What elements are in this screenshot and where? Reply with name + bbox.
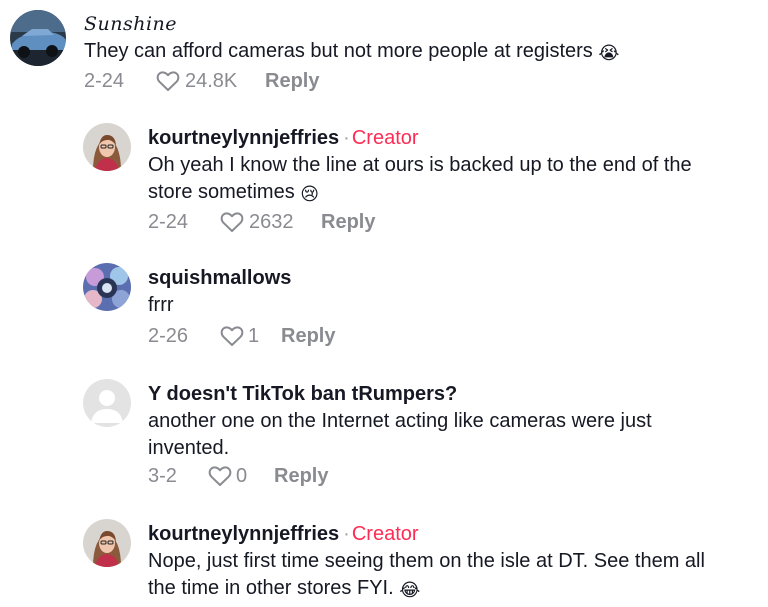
creator-badge: Creator <box>351 523 419 545</box>
face-with-tears-of-joy-emoji-icon: 😂 <box>399 580 421 600</box>
heart-outline-icon[interactable] <box>220 325 244 347</box>
comment-text: Oh yeah I know the line at ours is backe… <box>148 152 748 206</box>
comment-text-line: Nope, just first time seeing them on the… <box>148 550 705 572</box>
comment-date: 2-26 <box>148 325 189 347</box>
creator-avatar-image <box>83 519 131 567</box>
comment-date: 2-24 <box>148 211 189 233</box>
comment-author: kourtneylynnjeffries · Creator <box>148 522 419 546</box>
comment-text-line: store sometimes <box>148 181 295 203</box>
heart-outline-icon[interactable] <box>220 211 244 233</box>
crying-face-emoji-icon: 😢 <box>300 184 320 204</box>
avatar[interactable] <box>10 10 66 66</box>
like-count: 1 <box>248 325 260 347</box>
like-count: 0 <box>236 465 248 487</box>
reply-button[interactable]: Reply <box>274 463 328 489</box>
comment-text-line: invented. <box>148 437 230 459</box>
comment-author[interactable]: Sunshine <box>84 12 177 36</box>
comment-meta: 2-24 24.8K Reply <box>84 68 384 94</box>
comment-text-line-wrapper: the time in other stores FYI. 😂 <box>148 575 758 602</box>
comment-date: 2-24 <box>84 70 125 92</box>
comment-author: kourtneylynnjeffries · Creator <box>148 126 419 150</box>
comment-meta: 2-24 2632 Reply <box>148 209 448 235</box>
creator-badge: Creator <box>351 127 419 149</box>
avatar[interactable] <box>83 123 131 171</box>
author-name[interactable]: kourtneylynnjeffries <box>148 127 339 149</box>
avatar[interactable] <box>83 519 131 567</box>
comment-date: 3-2 <box>148 465 177 487</box>
comment-text: another one on the Internet acting like … <box>148 408 748 462</box>
author-name[interactable]: kourtneylynnjeffries <box>148 523 339 545</box>
comment-text-line-wrapper: store sometimes 😢 <box>148 179 748 206</box>
car-avatar-image <box>10 10 66 66</box>
comment-author[interactable]: Y doesn't TikTok ban tRumpers? <box>148 382 457 406</box>
default-avatar-icon <box>83 379 131 427</box>
separator-dot: · <box>343 523 350 545</box>
comment-meta: 3-2 0 Reply <box>148 463 448 489</box>
loudly-crying-emoji-icon: 😭 <box>598 43 620 63</box>
heart-outline-icon[interactable] <box>208 465 232 487</box>
comment-meta: 2-26 1 Reply <box>148 323 448 349</box>
comment-text-line: the time in other stores FYI. <box>148 577 394 599</box>
comment-text: They can afford cameras but not more peo… <box>84 38 619 65</box>
comment-text: frrr <box>148 294 174 316</box>
avatar[interactable] <box>83 263 131 311</box>
like-count: 2632 <box>249 211 294 233</box>
separator-dot: · <box>343 127 350 149</box>
reply-button[interactable]: Reply <box>265 68 319 94</box>
like-count: 24.8K <box>185 70 238 92</box>
squishmallows-avatar-image <box>83 263 131 311</box>
comment-text-body: They can afford cameras but not more peo… <box>84 40 593 62</box>
comment-text-line: another one on the Internet acting like … <box>148 410 652 432</box>
reply-button[interactable]: Reply <box>281 323 335 349</box>
avatar[interactable] <box>83 379 131 427</box>
heart-outline-icon[interactable] <box>156 70 180 92</box>
comment-text: Nope, just first time seeing them on the… <box>148 548 758 602</box>
creator-avatar-image <box>83 123 131 171</box>
comment-author[interactable]: squishmallows <box>148 266 291 290</box>
reply-button[interactable]: Reply <box>321 209 375 235</box>
comment-text-line: Oh yeah I know the line at ours is backe… <box>148 154 692 176</box>
